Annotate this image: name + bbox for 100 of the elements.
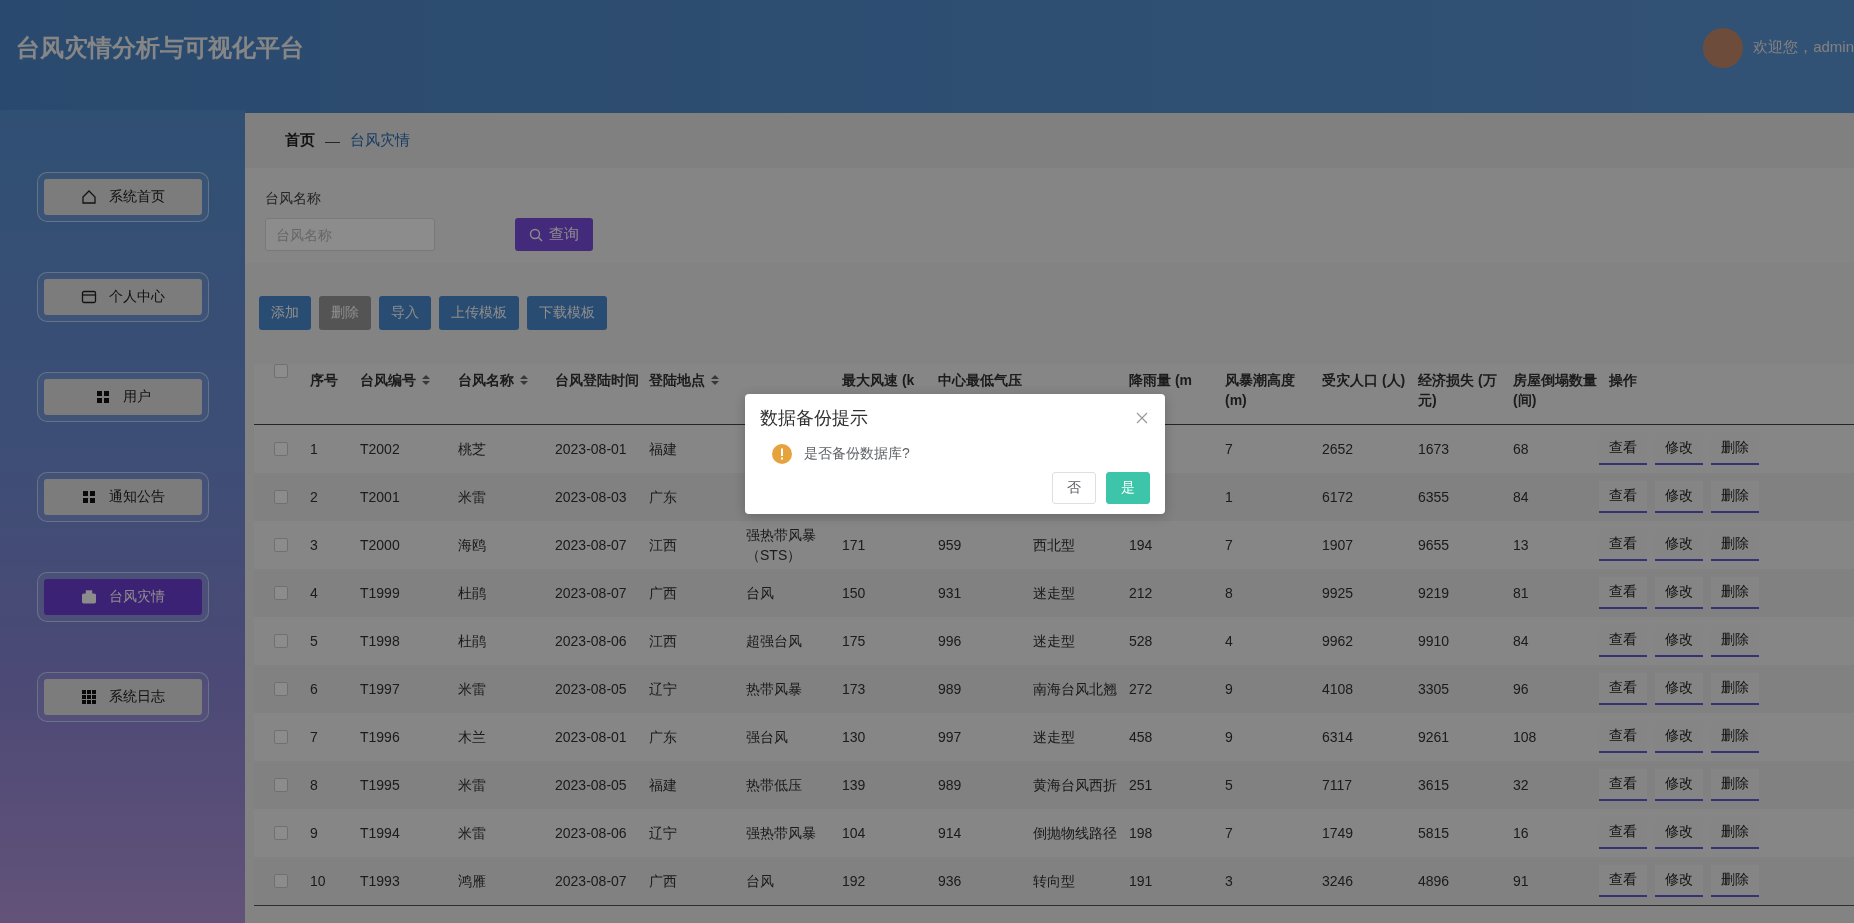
table-cell-text: T1995 bbox=[360, 776, 400, 795]
table-cell-text: 3305 bbox=[1418, 680, 1450, 699]
checkbox[interactable] bbox=[274, 874, 288, 888]
checkbox[interactable] bbox=[274, 826, 288, 840]
table-cell-text: 转向型 bbox=[1033, 872, 1075, 891]
toolbar-button[interactable]: 下载模板 bbox=[527, 296, 607, 330]
checkbox[interactable] bbox=[274, 442, 288, 456]
table-cell-text: 2 bbox=[310, 488, 318, 507]
column-header[interactable]: 降雨量 (m bbox=[1129, 370, 1192, 390]
breadcrumb-link[interactable]: 首页 bbox=[285, 131, 315, 150]
action-button[interactable]: 删除 bbox=[1711, 577, 1759, 609]
table-cell-text: 2023-08-01 bbox=[555, 440, 627, 459]
table-cell-text: 鸿雁 bbox=[458, 872, 486, 891]
dialog-message: 是否备份数据库? bbox=[804, 445, 910, 463]
checkbox[interactable] bbox=[274, 364, 288, 378]
grid-icon bbox=[80, 689, 97, 705]
checkbox[interactable] bbox=[274, 682, 288, 696]
table-cell-text: 迷走型 bbox=[1033, 584, 1075, 603]
action-button[interactable]: 查看 bbox=[1599, 481, 1647, 513]
table-cell-text: 热带低压 bbox=[746, 776, 802, 795]
table-cell-text: 130 bbox=[842, 728, 866, 747]
table-cell-text: 931 bbox=[938, 584, 962, 603]
column-header[interactable]: 中心最低气压 bbox=[938, 370, 1022, 390]
table-cell-text: 台风 bbox=[746, 872, 774, 891]
table-cell-text: 广西 bbox=[649, 584, 677, 603]
table-cell-text: 84 bbox=[1513, 632, 1529, 651]
table-cell-text: 热带风暴 bbox=[746, 680, 802, 699]
checkbox[interactable] bbox=[274, 730, 288, 744]
action-button[interactable]: 查看 bbox=[1599, 577, 1647, 609]
checkbox[interactable] bbox=[274, 634, 288, 648]
table-cell-text: 996 bbox=[938, 632, 962, 651]
table-cell-text: 木兰 bbox=[458, 728, 486, 747]
table-cell-text: 福建 bbox=[649, 440, 677, 459]
toolbar-button[interactable]: 上传模板 bbox=[439, 296, 519, 330]
table-cell-text: 989 bbox=[938, 776, 962, 795]
action-button[interactable]: 查看 bbox=[1599, 865, 1647, 897]
table-cell-text: 528 bbox=[1129, 632, 1153, 651]
table-cell-text: 2023-08-07 bbox=[555, 584, 627, 603]
table-cell-text: T1994 bbox=[360, 824, 400, 843]
column-header[interactable]: 房屋倒塌数量 (间) bbox=[1513, 370, 1599, 410]
action-button[interactable]: 删除 bbox=[1711, 673, 1759, 705]
toolbar-button[interactable]: 导入 bbox=[379, 296, 431, 330]
close-button[interactable] bbox=[1134, 410, 1150, 426]
column-header[interactable]: 登陆地点 bbox=[649, 370, 719, 390]
table-cell-text: 2023-08-06 bbox=[555, 824, 627, 843]
table-cell-text: 9 bbox=[1225, 728, 1233, 747]
column-header[interactable]: 台风登陆时间 bbox=[555, 370, 639, 390]
column-header[interactable]: 台风编号 bbox=[360, 370, 430, 390]
column-header[interactable]: 风暴潮高度 (m) bbox=[1225, 370, 1312, 410]
sort-icon bbox=[422, 375, 430, 385]
table-cell-text: 杜鹃 bbox=[458, 632, 486, 651]
action-button[interactable]: 查看 bbox=[1599, 673, 1647, 705]
table-cell-text: 米雷 bbox=[458, 488, 486, 507]
table-cell-text: 辽宁 bbox=[649, 680, 677, 699]
action-button[interactable]: 修改 bbox=[1655, 577, 1703, 609]
action-button[interactable]: 查看 bbox=[1599, 769, 1647, 801]
home-icon bbox=[80, 189, 97, 205]
checkbox[interactable] bbox=[274, 778, 288, 792]
table-cell-text: 914 bbox=[938, 824, 962, 843]
table-cell-text: 7 bbox=[1225, 824, 1233, 843]
action-button[interactable]: 修改 bbox=[1655, 481, 1703, 513]
table-cell-text: 海鸥 bbox=[458, 536, 486, 555]
dialog-button[interactable]: 否 bbox=[1052, 472, 1096, 504]
table-cell-text: 桃芝 bbox=[458, 440, 486, 459]
table-cell-text: 9655 bbox=[1418, 536, 1450, 555]
table-cell-text: 7 bbox=[1225, 440, 1233, 459]
action-button[interactable]: 删除 bbox=[1711, 769, 1759, 801]
table-cell-text: 212 bbox=[1129, 584, 1153, 603]
table-cell-text: 171 bbox=[842, 536, 866, 555]
table-cell-text: 南海台风北翘 bbox=[1033, 680, 1117, 699]
checkbox[interactable] bbox=[274, 490, 288, 504]
table-cell-text: T2002 bbox=[360, 440, 400, 459]
table-cell-text: 3246 bbox=[1322, 872, 1354, 891]
search-button[interactable]: 查询 bbox=[515, 218, 593, 251]
action-button[interactable]: 修改 bbox=[1655, 769, 1703, 801]
column-header[interactable]: 台风名称 bbox=[458, 370, 528, 390]
table-cell-text: 198 bbox=[1129, 824, 1153, 843]
table-cell-text: 2023-08-05 bbox=[555, 776, 627, 795]
table-cell-text: 6172 bbox=[1322, 488, 1354, 507]
column-header[interactable]: 经济损失 (万元) bbox=[1418, 370, 1503, 410]
table-cell-text: 广东 bbox=[649, 488, 677, 507]
checkbox[interactable] bbox=[274, 538, 288, 552]
column-header[interactable]: 操作 bbox=[1609, 370, 1637, 390]
briefcase-icon bbox=[80, 589, 97, 605]
table-cell-text: 江西 bbox=[649, 632, 677, 651]
action-button[interactable]: 删除 bbox=[1711, 865, 1759, 897]
toolbar-button[interactable]: 添加 bbox=[259, 296, 311, 330]
column-header[interactable]: 序号 bbox=[310, 370, 338, 390]
table-cell-text: 150 bbox=[842, 584, 866, 603]
column-header[interactable]: 受灾人口 (人) bbox=[1322, 370, 1406, 390]
breadcrumb-link[interactable]: 台风灾情 bbox=[350, 131, 410, 150]
action-button[interactable]: 删除 bbox=[1711, 481, 1759, 513]
table-cell-text: 989 bbox=[938, 680, 962, 699]
table-cell-text: 迷走型 bbox=[1033, 728, 1075, 747]
column-header[interactable]: 最大风速 (k bbox=[842, 370, 915, 390]
action-button[interactable]: 修改 bbox=[1655, 865, 1703, 897]
checkbox[interactable] bbox=[274, 586, 288, 600]
table-cell-text: 7 bbox=[310, 728, 318, 747]
table-cell-text: 191 bbox=[1129, 872, 1153, 891]
action-button[interactable]: 修改 bbox=[1655, 673, 1703, 705]
